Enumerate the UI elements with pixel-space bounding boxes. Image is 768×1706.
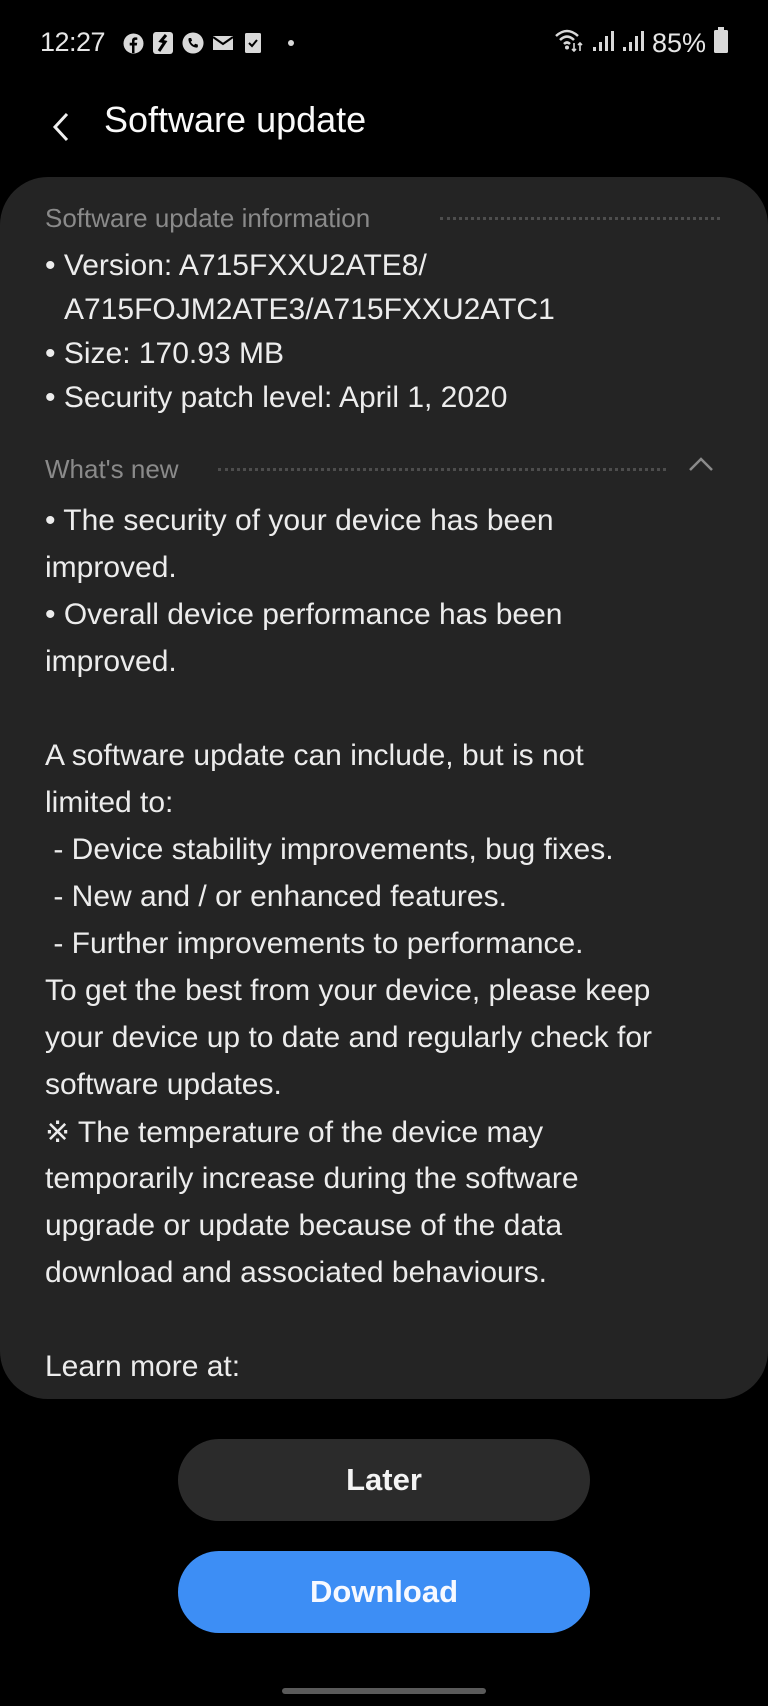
download-button[interactable]: Download	[178, 1551, 590, 1633]
phone-call-icon	[182, 31, 204, 55]
notification-icons	[122, 31, 302, 55]
page-title: Software update	[104, 99, 367, 140]
whats-new-line: ※ The temperature of the device may	[45, 1116, 544, 1149]
learn-more-line: Learn more at:	[45, 1350, 241, 1383]
battery-icon	[714, 27, 728, 60]
whats-new-line: - New and / or enhanced features.	[45, 880, 507, 913]
whats-new-line: - Further improvements to performance.	[45, 927, 584, 960]
version-line-2: A715FOJM2ATE3/A715FXXU2ATC1	[64, 293, 555, 326]
whats-new-line: • Overall device performance has been	[45, 598, 563, 631]
wifi-icon	[554, 28, 584, 59]
whats-new-line: your device up to date and regularly che…	[45, 1021, 653, 1054]
sketch-app-icon	[152, 31, 174, 55]
whats-new-line: A software update can include, but is no…	[45, 739, 584, 772]
facebook-icon	[122, 31, 144, 55]
size-line: • Size: 170.93 MB	[45, 337, 284, 370]
info-heading-label: Software update information	[45, 203, 371, 233]
security-patch-line: • Security patch level: April 1, 2020	[45, 381, 508, 414]
whats-new-line: - Device stability improvements, bug fix…	[45, 833, 614, 866]
whats-new-line: temporarily increase during the software	[45, 1162, 579, 1195]
heading-divider	[440, 217, 720, 220]
whats-new-line: improved.	[45, 645, 177, 678]
whats-new-divider	[218, 468, 666, 471]
whats-new-line: To get the best from your device, please…	[45, 974, 651, 1007]
signal-icon-2	[622, 28, 644, 59]
whats-new-line: upgrade or update because of the data	[45, 1209, 563, 1242]
version-line-1: • Version: A715FXXU2ATE8/	[45, 249, 427, 282]
whats-new-line: software updates.	[45, 1068, 282, 1101]
status-bar: 12:27 85%	[0, 0, 768, 90]
info-section-heading: Software update information	[45, 203, 370, 234]
app-header: Software update	[0, 90, 768, 180]
system-icons: 85%	[554, 27, 728, 60]
chevron-up-icon	[689, 457, 713, 471]
whats-new-heading[interactable]: What's new	[45, 454, 179, 485]
whats-new-label: What's new	[45, 454, 179, 484]
more-dot-icon	[280, 31, 302, 55]
later-button[interactable]: Later	[178, 1439, 590, 1521]
battery-percent: 85%	[651, 28, 706, 58]
mail-icon	[212, 31, 234, 55]
whats-new-line: download and associated behaviours.	[45, 1256, 548, 1289]
clipboard-check-icon	[242, 31, 264, 55]
whats-new-line: • The security of your device has been	[45, 504, 554, 537]
status-time: 12:27	[40, 27, 106, 57]
whats-new-line: limited to:	[45, 786, 174, 819]
collapse-button[interactable]	[684, 452, 718, 476]
back-button[interactable]	[36, 102, 86, 152]
whats-new-line: improved.	[45, 551, 177, 584]
chevron-left-icon	[52, 112, 69, 142]
home-indicator[interactable]	[282, 1688, 486, 1694]
signal-icon-1	[592, 28, 614, 59]
